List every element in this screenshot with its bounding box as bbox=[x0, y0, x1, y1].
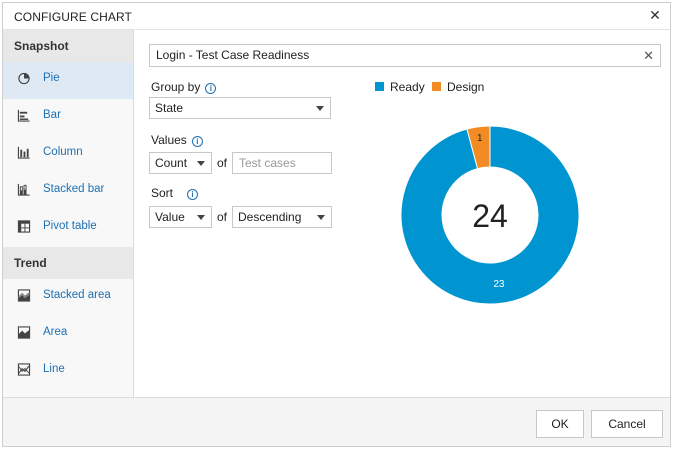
sort-order-select[interactable]: Descending bbox=[232, 206, 332, 228]
pie-chart-icon bbox=[18, 72, 30, 85]
trend-section-header: Trend bbox=[3, 247, 133, 279]
legend-item-ready: Ready bbox=[375, 80, 425, 94]
chart-config-panel: Login - Test Case Readiness ✕ Group by i … bbox=[135, 30, 670, 397]
sidebar-item-label: Pie bbox=[43, 72, 60, 84]
cancel-button[interactable]: Cancel bbox=[591, 410, 663, 438]
slice-value-label-ready: 23 bbox=[493, 279, 505, 290]
sidebar-item-column[interactable]: Column bbox=[3, 136, 133, 173]
of-text: of bbox=[217, 210, 228, 224]
configure-chart-dialog: CONFIGURE CHART ✕ Snapshot Pie Bar Colum… bbox=[2, 2, 671, 447]
sort-order-value: Descending bbox=[238, 210, 302, 224]
sidebar-item-pivot-table[interactable]: Pivot table bbox=[3, 210, 133, 247]
group-by-label-text: Group by bbox=[151, 80, 201, 94]
sidebar-item-label: Line bbox=[43, 363, 65, 375]
stacked-area-chart-icon bbox=[17, 289, 31, 302]
legend-swatch-ready bbox=[375, 82, 384, 91]
values-field-placeholder: Test cases bbox=[239, 156, 296, 170]
close-icon[interactable]: ✕ bbox=[647, 7, 663, 23]
bar-chart-icon bbox=[17, 109, 30, 122]
clear-icon[interactable]: ✕ bbox=[643, 48, 654, 63]
info-icon[interactable]: i bbox=[187, 189, 199, 200]
sidebar-item-label: Column bbox=[43, 146, 83, 158]
sidebar-item-stacked-area[interactable]: Stacked area bbox=[3, 279, 133, 316]
info-icon[interactable]: i bbox=[205, 83, 217, 94]
legend-item-design: Design bbox=[432, 80, 484, 94]
area-chart-icon bbox=[17, 326, 31, 339]
ok-button[interactable]: OK bbox=[536, 410, 584, 438]
snapshot-section-header: Snapshot bbox=[3, 30, 133, 62]
legend-label-design: Design bbox=[447, 80, 485, 94]
chart-name-value: Login - Test Case Readiness bbox=[156, 48, 310, 62]
pivot-table-icon bbox=[17, 220, 31, 233]
line-chart-icon bbox=[17, 363, 31, 376]
values-aggregate-select[interactable]: Count bbox=[149, 152, 212, 174]
info-icon[interactable]: i bbox=[191, 136, 203, 147]
title-bar: CONFIGURE CHART ✕ bbox=[3, 3, 670, 30]
sidebar-item-label: Stacked area bbox=[43, 289, 111, 301]
sort-by-value: Value bbox=[155, 210, 185, 224]
values-field-input[interactable]: Test cases bbox=[232, 152, 332, 174]
values-label: Values i bbox=[151, 133, 203, 147]
group-by-value: State bbox=[155, 101, 184, 115]
chart-name-input[interactable]: Login - Test Case Readiness ✕ bbox=[149, 44, 661, 67]
chevron-down-icon bbox=[317, 215, 325, 220]
chart-type-sidebar: Snapshot Pie Bar Column Stacked bar Pivo… bbox=[3, 30, 134, 397]
values-aggregate-value: Count bbox=[155, 156, 188, 170]
sidebar-item-bar[interactable]: Bar bbox=[3, 99, 133, 136]
sidebar-item-area[interactable]: Area bbox=[3, 316, 133, 353]
sort-label: Sort i bbox=[151, 186, 199, 200]
stacked-bar-chart-icon bbox=[17, 183, 30, 196]
sidebar-item-line[interactable]: Line bbox=[3, 353, 133, 390]
group-by-select[interactable]: State bbox=[149, 97, 331, 119]
dialog-title: CONFIGURE CHART bbox=[14, 10, 132, 24]
sort-label-text: Sort bbox=[151, 186, 174, 200]
slice-value-label-design: 1 bbox=[477, 133, 483, 144]
of-text: of bbox=[217, 156, 228, 170]
values-label-text: Values bbox=[151, 133, 187, 147]
total-count-label: 24 bbox=[472, 198, 508, 234]
chevron-down-icon bbox=[197, 215, 205, 220]
dialog-footer: OK Cancel bbox=[3, 397, 670, 446]
sidebar-item-pie[interactable]: Pie bbox=[3, 62, 133, 99]
legend-swatch-design bbox=[432, 82, 441, 91]
sidebar-item-label: Stacked bar bbox=[43, 183, 105, 195]
sidebar-item-label: Area bbox=[43, 326, 68, 338]
legend-label-ready: Ready bbox=[390, 80, 425, 94]
group-by-label: Group by i bbox=[151, 80, 217, 94]
sidebar-item-label: Bar bbox=[43, 109, 61, 121]
chevron-down-icon bbox=[316, 106, 324, 111]
column-chart-icon bbox=[17, 146, 30, 159]
donut-chart: 23 1 24 bbox=[400, 125, 580, 305]
sidebar-item-label: Pivot table bbox=[43, 220, 97, 232]
chevron-down-icon bbox=[197, 161, 205, 166]
sidebar-item-stacked-bar[interactable]: Stacked bar bbox=[3, 173, 133, 210]
sort-by-select[interactable]: Value bbox=[149, 206, 212, 228]
